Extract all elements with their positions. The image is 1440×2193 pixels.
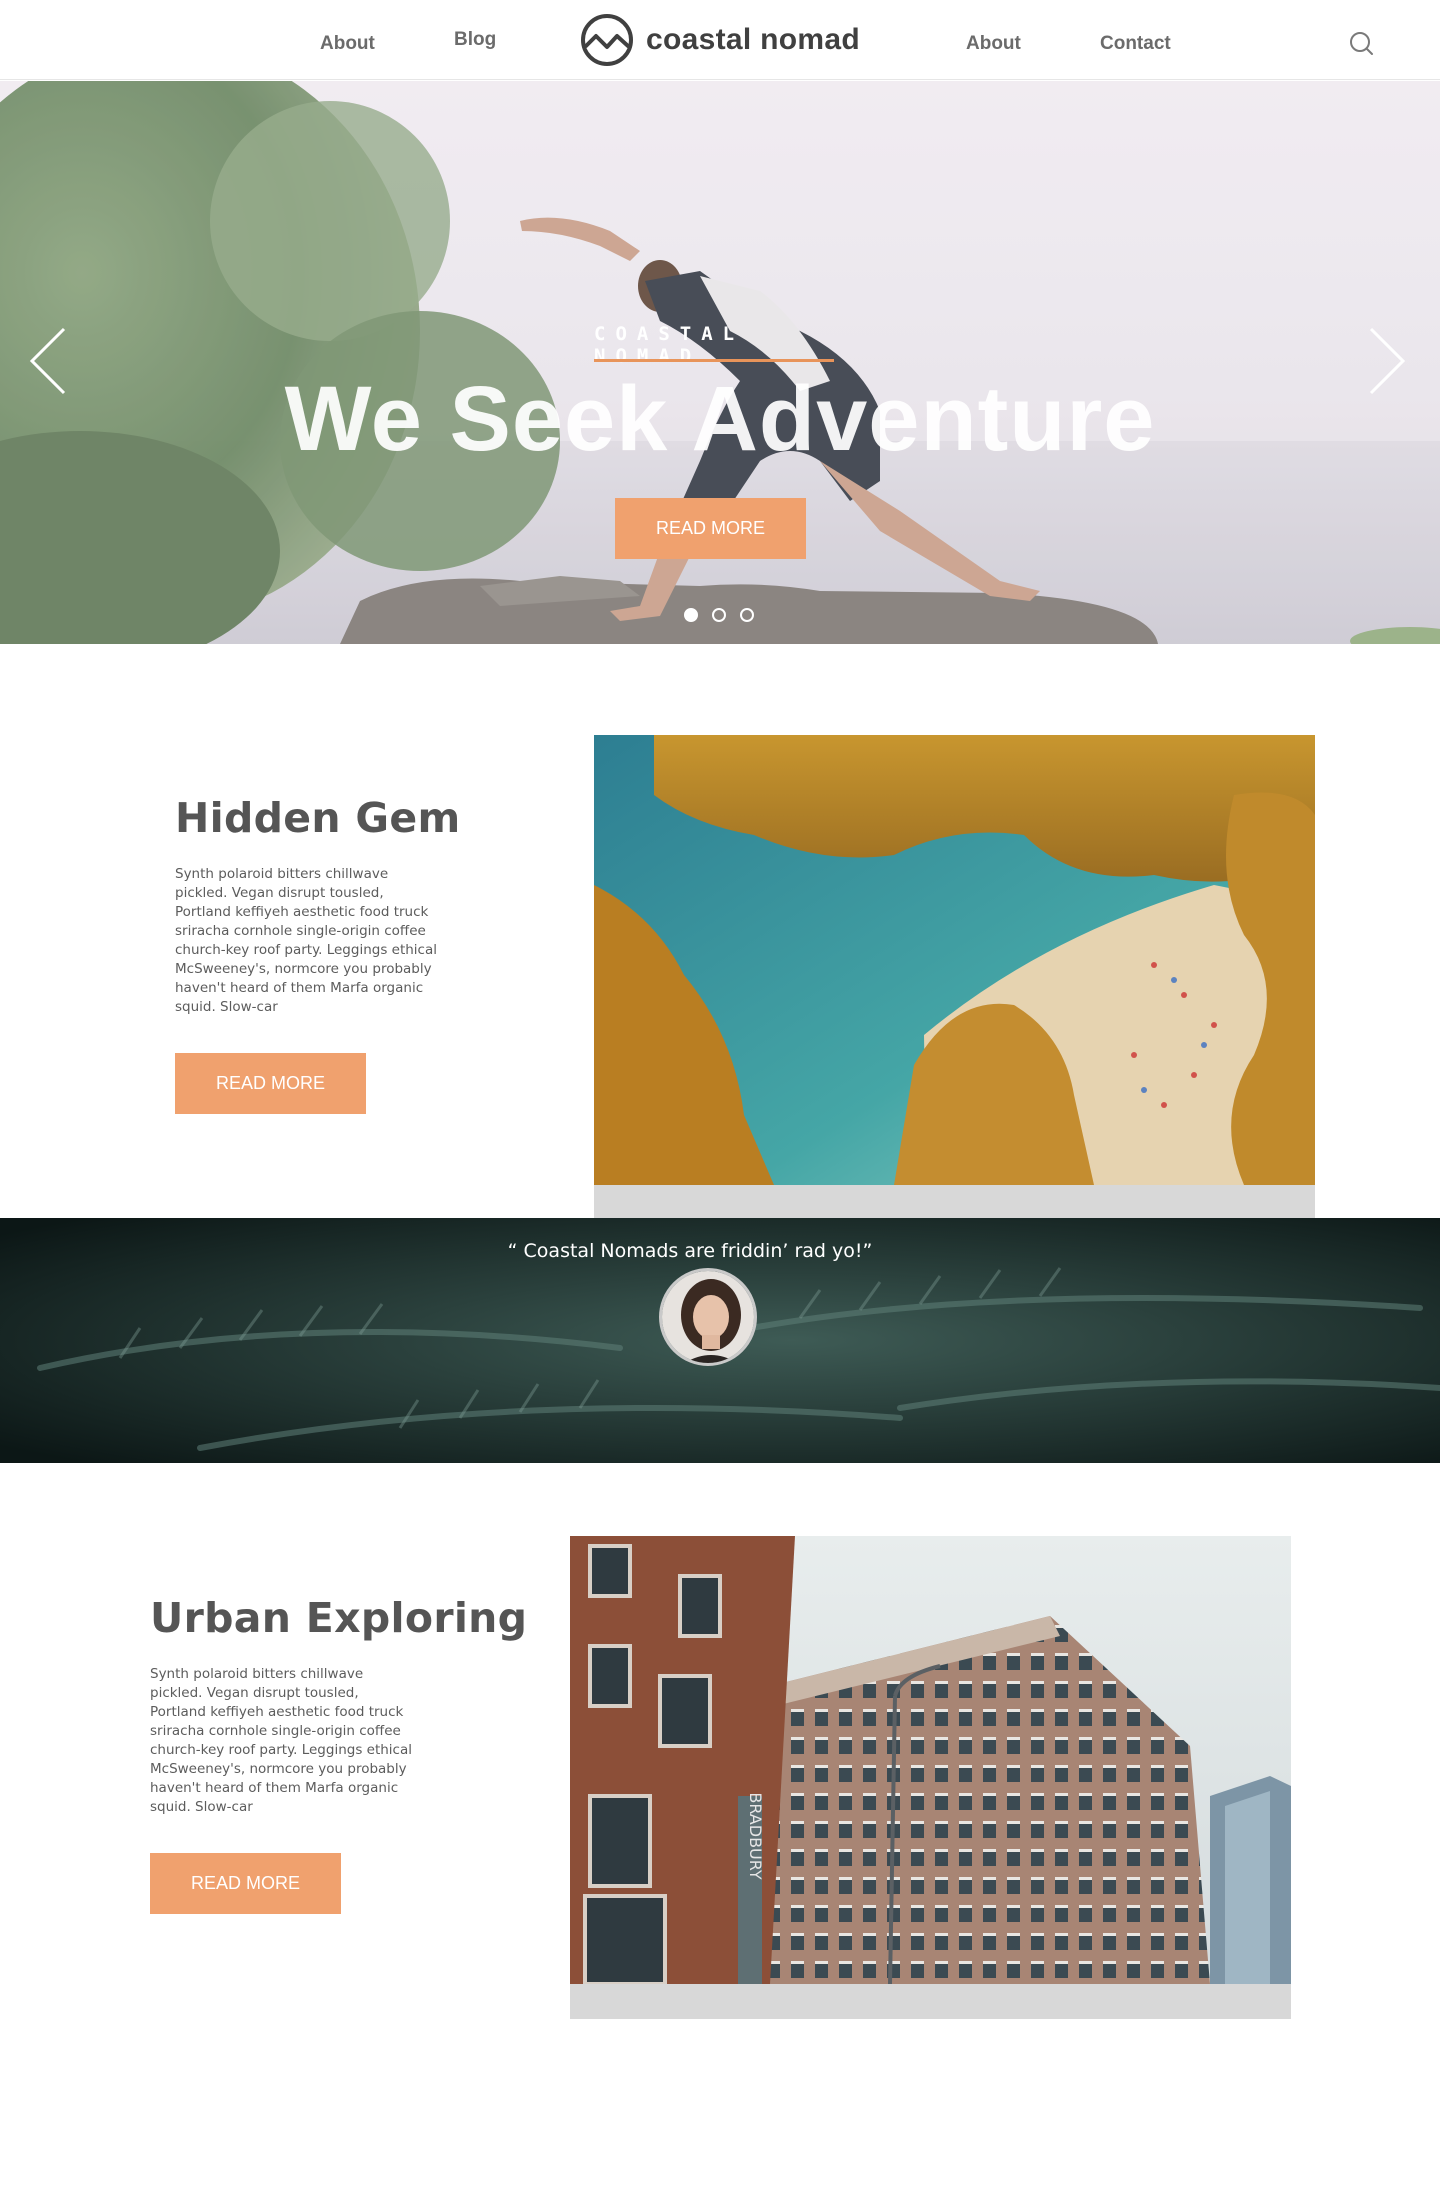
carousel-dot-2[interactable] (712, 608, 726, 622)
nav-link-about-secondary[interactable]: About (966, 33, 1021, 55)
carousel-indicators (684, 608, 754, 622)
nav-link-about[interactable]: About (320, 33, 375, 55)
beach-cove-image[interactable] (594, 735, 1315, 1185)
hero-eyebrow-underline (594, 359, 834, 362)
city-buildings-image[interactable]: BRADBURY (570, 1536, 1291, 1984)
feature-title: Hidden Gem (175, 794, 461, 842)
search-icon[interactable] (1348, 30, 1376, 58)
nav-link-contact[interactable]: Contact (1100, 33, 1171, 55)
avatar-portrait-image (662, 1271, 754, 1363)
testimonial-banner: “ Coastal Nomads are friddin’ rad yo!” (0, 1218, 1440, 1463)
testimonial-quote: “ Coastal Nomads are friddin’ rad yo!” (507, 1240, 873, 1262)
feature-image-frame (594, 735, 1315, 1218)
hero-carousel: COASTAL NOMAD We Seek Adventure READ MOR… (0, 81, 1440, 644)
nav-link-blog[interactable]: Blog (454, 29, 496, 51)
feature-description: Synth polaroid bitters chillwave pickled… (175, 866, 437, 1015)
carousel-dot-1[interactable] (684, 608, 698, 622)
feature-read-more-button[interactable]: READ MORE (150, 1853, 341, 1914)
brand-logo-link[interactable]: coastal nomad (580, 12, 860, 68)
feature-read-more-button[interactable]: READ MORE (175, 1053, 366, 1114)
testimonial-avatar (659, 1268, 757, 1366)
top-navigation: About Blog coastal nomad About Contact (0, 0, 1440, 80)
brand-name: coastal nomad (646, 23, 860, 56)
carousel-dot-3[interactable] (740, 608, 754, 622)
svg-text:BRADBURY: BRADBURY (746, 1792, 765, 1879)
mountain-logo-icon (581, 14, 633, 66)
feature-description: Synth polaroid bitters chillwave pickled… (150, 1666, 412, 1815)
hero-title: We Seek Adventure (284, 368, 1156, 470)
feature-title: Urban Exploring (150, 1594, 528, 1642)
feature-image-frame: BRADBURY (570, 1536, 1291, 2019)
hero-read-more-button[interactable]: READ MORE (615, 498, 806, 559)
